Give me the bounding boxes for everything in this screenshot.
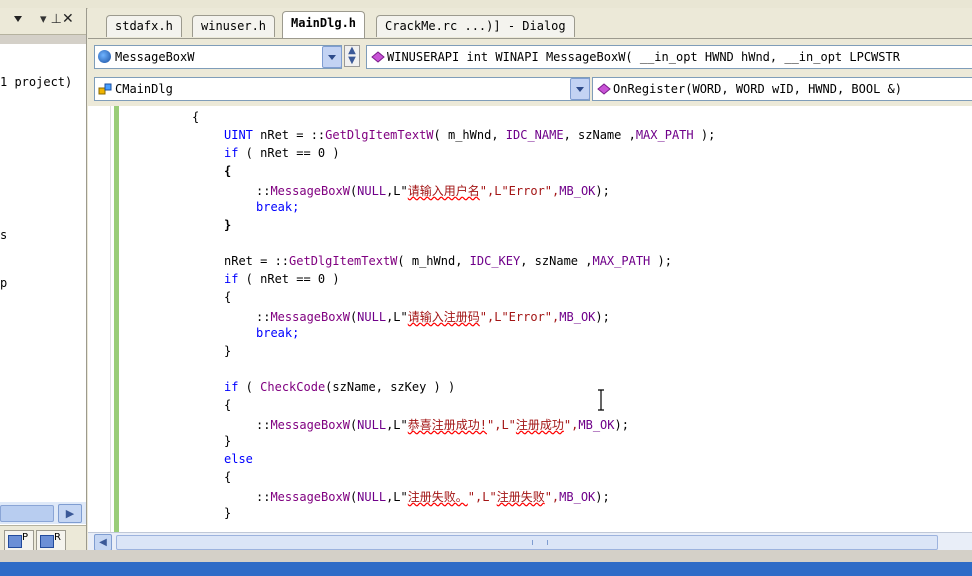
code-line: break; — [256, 326, 300, 340]
tab-maindlg-h[interactable]: MainDlg.h — [282, 11, 366, 38]
navigation-bar-top: MessageBoxW ▲ ▼ WINUSERAPI int WINAPI Mes… — [88, 39, 972, 73]
scope-spin-icon[interactable]: ▲ ▼ — [344, 45, 360, 67]
resource-view-icon — [40, 535, 54, 548]
tab-resource-view[interactable]: R — [36, 530, 66, 552]
code-line: UINT nRet = ::GetDlgItemTextW( m_hWnd, I… — [224, 128, 716, 142]
method-icon — [371, 51, 385, 63]
code-line: ::MessageBoxW(NULL,L"请输入注册码",L"Error",MB… — [256, 310, 610, 324]
code-line: if ( nRet == 0 ) — [224, 146, 340, 160]
tab-letter: P — [22, 532, 29, 543]
code-line: { — [192, 110, 200, 124]
taskbar — [0, 562, 972, 576]
scope-value: MessageBoxW — [115, 50, 195, 64]
pane-toolbar — [0, 35, 86, 44]
tab-winuser-h[interactable]: winuser.h — [192, 15, 276, 37]
code-line: break; — [256, 200, 300, 214]
code-line: { — [224, 164, 232, 178]
tree-item-p[interactable]: p — [0, 276, 7, 290]
tab-crackme-rc-dialog[interactable]: CrackMe.rc ...)] - Dialog — [376, 15, 575, 37]
tab-stdafx-h[interactable]: stdafx.h — [106, 15, 182, 37]
code-line: } — [224, 506, 232, 520]
text-cursor-icon — [598, 389, 604, 411]
solution-explorer-icon — [8, 535, 22, 548]
code-line: ::MessageBoxW(NULL,L"恭喜注册成功!",L"注册成功",MB… — [256, 418, 629, 432]
code-line: { — [224, 290, 232, 304]
code-line: ::MessageBoxW(NULL,L"请输入用户名",L"Error",MB… — [256, 184, 610, 198]
code-line: else — [224, 452, 253, 466]
signature-dropdown[interactable]: WINUSERAPI int WINAPI MessageBoxW( __in_… — [366, 45, 972, 69]
pin-icon[interactable]: ▾ ⊥ — [40, 12, 62, 27]
pane-header: ▾ ⊥ ✕ — [0, 8, 86, 35]
class-value: CMainDlg — [115, 82, 173, 96]
scroll-thumb[interactable] — [116, 535, 938, 550]
close-icon[interactable]: ✕ — [62, 11, 74, 27]
tree-item-s[interactable]: s — [0, 228, 7, 242]
member-value: OnRegister(WORD, WORD wID, HWND, BOOL &) — [613, 82, 902, 96]
scope-dropdown-button[interactable] — [322, 46, 342, 68]
scroll-left-icon[interactable]: ◀ — [94, 534, 112, 551]
signature-value: WINUSERAPI int WINAPI MessageBoxW( __in_… — [387, 50, 900, 64]
code-line: } — [224, 434, 232, 448]
navigation-bar-bottom: CMainDlg OnRegister(WORD, WORD wID, HWND… — [88, 74, 972, 105]
tab-solution-explorer[interactable]: P — [4, 530, 34, 552]
code-line: nRet = ::GetDlgItemTextW( m_hWnd, IDC_KE… — [224, 254, 672, 268]
globe-icon — [98, 50, 111, 63]
scope-dropdown[interactable]: MessageBoxW — [94, 45, 342, 69]
document-tab-bar: stdafx.h winuser.h MainDlg.h CrackMe.rc … — [88, 8, 972, 39]
change-tracking-bar — [114, 106, 119, 532]
code-line: { — [224, 398, 232, 412]
class-dropdown-button[interactable] — [570, 78, 590, 100]
code-line: } — [224, 218, 232, 232]
tab-letter: R — [54, 532, 61, 543]
code-line: ::MessageBoxW(NULL,L"注册失败。",L"注册失败",MB_O… — [256, 490, 610, 504]
scroll-thumb[interactable] — [0, 505, 54, 522]
code-line: } — [224, 344, 232, 358]
solution-explorer-pane: ▾ ⊥ ✕ 1 project) s p ▶ P R — [0, 8, 87, 563]
code-line: { — [224, 470, 232, 484]
code-line: if ( nRet == 0 ) — [224, 272, 340, 286]
window-position-dropdown-icon[interactable] — [14, 16, 22, 22]
scroll-grip — [532, 540, 548, 545]
editor-horizontal-scrollbar[interactable]: ◀ — [88, 532, 972, 551]
class-dropdown[interactable]: CMainDlg — [94, 77, 590, 101]
scroll-right-icon[interactable]: ▶ — [58, 504, 82, 523]
code-editor[interactable]: { UINT nRet = ::GetDlgItemTextW( m_hWnd,… — [88, 106, 972, 532]
code-line: if ( CheckCode(szName, szKey ) ) — [224, 380, 456, 394]
member-dropdown[interactable]: OnRegister(WORD, WORD wID, HWND, BOOL &) — [592, 77, 972, 101]
tree-item-solution[interactable]: 1 project) — [0, 75, 72, 89]
method-icon — [597, 83, 611, 95]
editor-margin — [88, 106, 111, 532]
status-strip — [0, 550, 972, 562]
class-icon — [98, 83, 112, 95]
pane-horizontal-scrollbar[interactable]: ▶ — [0, 502, 86, 524]
